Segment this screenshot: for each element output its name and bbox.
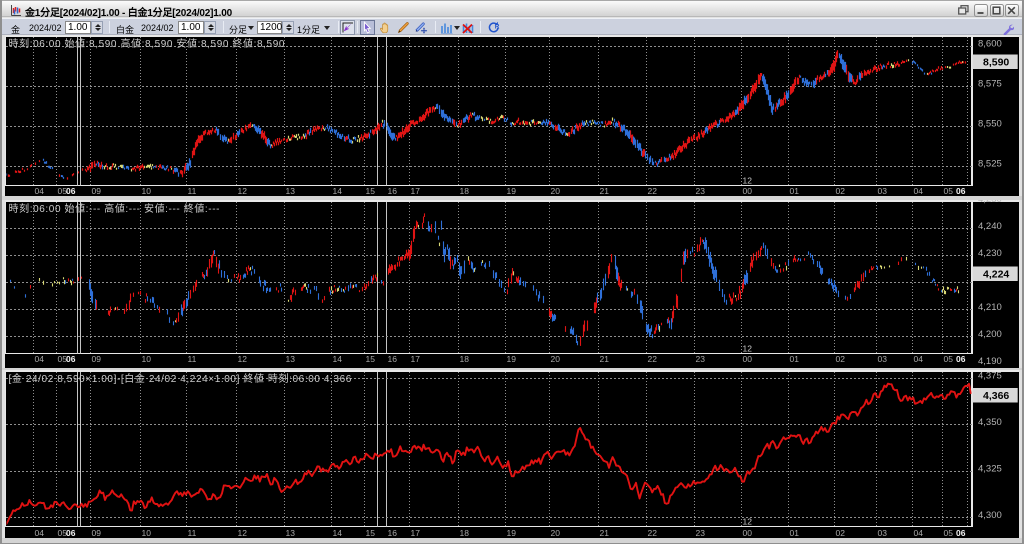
svg-text:21: 21: [600, 186, 610, 196]
svg-text:4,250: 4,250: [978, 200, 1002, 205]
svg-text:8,590: 8,590: [983, 57, 1009, 69]
svg-text:01: 01: [790, 354, 800, 364]
svg-text:17: 17: [411, 528, 421, 538]
svg-text:4,325: 4,325: [978, 464, 1002, 475]
svg-text:04: 04: [35, 354, 45, 364]
svg-text:15: 15: [366, 186, 376, 196]
svg-text:04: 04: [914, 186, 924, 196]
svg-text:18: 18: [460, 186, 470, 196]
svg-text:4,210: 4,210: [978, 302, 1002, 313]
svg-text:4,190: 4,190: [978, 356, 1002, 367]
svg-text:05: 05: [944, 186, 954, 196]
svg-text:23: 23: [696, 354, 706, 364]
svg-text:06: 06: [66, 354, 76, 364]
svg-text:8,575: 8,575: [978, 79, 1002, 90]
svg-text:16: 16: [388, 354, 398, 364]
svg-text:4,200: 4,200: [978, 329, 1002, 340]
svg-text:22: 22: [648, 354, 658, 364]
svg-text:20: 20: [551, 528, 561, 538]
svg-text:8,600: 8,600: [978, 39, 1002, 50]
svg-text:02: 02: [836, 186, 846, 196]
svg-text:4,300: 4,300: [978, 510, 1002, 521]
svg-text:12: 12: [743, 344, 753, 354]
svg-text:23: 23: [696, 186, 706, 196]
svg-text:17: 17: [411, 186, 421, 196]
svg-text:04: 04: [914, 528, 924, 538]
svg-text:4,240: 4,240: [978, 221, 1002, 232]
svg-text:14: 14: [333, 186, 343, 196]
svg-text:05: 05: [944, 528, 954, 538]
svg-text:06: 06: [956, 528, 966, 538]
svg-text:21: 21: [600, 354, 610, 364]
svg-text:19: 19: [507, 528, 517, 538]
svg-text:15: 15: [366, 354, 376, 364]
svg-text:00: 00: [743, 186, 753, 196]
svg-text:14: 14: [333, 354, 343, 364]
svg-text:04: 04: [914, 354, 924, 364]
svg-text:18: 18: [460, 528, 470, 538]
svg-text:01: 01: [790, 186, 800, 196]
svg-text:03: 03: [878, 354, 888, 364]
svg-text:09: 09: [92, 186, 102, 196]
svg-text:02: 02: [836, 354, 846, 364]
svg-text:17: 17: [411, 354, 421, 364]
svg-text:11: 11: [188, 186, 197, 196]
svg-text:4,350: 4,350: [978, 417, 1002, 428]
svg-text:22: 22: [648, 186, 658, 196]
svg-text:09: 09: [92, 528, 102, 538]
svg-text:10: 10: [142, 354, 152, 364]
svg-text:15: 15: [366, 528, 376, 538]
svg-text:22: 22: [648, 528, 658, 538]
svg-text:01: 01: [790, 528, 800, 538]
svg-text:12: 12: [238, 528, 248, 538]
svg-text:02: 02: [836, 528, 846, 538]
svg-text:4,230: 4,230: [978, 248, 1002, 259]
svg-text:8,550: 8,550: [978, 119, 1002, 130]
svg-text:03: 03: [878, 528, 888, 538]
svg-text:8,525: 8,525: [978, 159, 1002, 170]
svg-text:00: 00: [743, 528, 753, 538]
svg-text:4,375: 4,375: [978, 371, 1002, 382]
svg-text:R: R: [495, 23, 500, 30]
svg-text:05: 05: [944, 354, 954, 364]
svg-text:10: 10: [142, 528, 152, 538]
svg-text:18: 18: [460, 354, 470, 364]
svg-text:06: 06: [66, 528, 76, 538]
svg-text:時刻:06:00 始値:8,590 高値:8,590 安値:: 時刻:06:00 始値:8,590 高値:8,590 安値:8,590 終値:8…: [9, 37, 286, 50]
svg-text:13: 13: [286, 354, 296, 364]
svg-text:23: 23: [696, 528, 706, 538]
svg-text:20: 20: [551, 354, 561, 364]
svg-text:19: 19: [507, 354, 517, 364]
svg-text:06: 06: [956, 354, 966, 364]
svg-text:16: 16: [388, 186, 398, 196]
svg-text:[金 24/02 8,590×1.00]-[白金 24/02: [金 24/02 8,590×1.00]-[白金 24/02 4,224×1.0…: [9, 372, 352, 385]
svg-text:20: 20: [551, 186, 561, 196]
svg-text:13: 13: [286, 186, 296, 196]
svg-text:16: 16: [388, 528, 398, 538]
svg-text:4,366: 4,366: [983, 390, 1009, 402]
svg-text:4,224: 4,224: [983, 269, 1009, 281]
svg-text:12: 12: [743, 517, 753, 527]
svg-text:06: 06: [66, 186, 76, 196]
svg-text:12: 12: [743, 176, 753, 186]
svg-text:00: 00: [743, 354, 753, 364]
svg-text:19: 19: [507, 186, 517, 196]
svg-text:12: 12: [238, 354, 248, 364]
svg-text:11: 11: [188, 528, 197, 538]
svg-text:時刻:06:00 始値:--- 高値:--- 安値:--: 時刻:06:00 始値:--- 高値:--- 安値:--- 終値:---: [9, 202, 221, 215]
svg-text:09: 09: [92, 354, 102, 364]
svg-text:03: 03: [878, 186, 888, 196]
svg-text:14: 14: [333, 528, 343, 538]
svg-text:10: 10: [142, 186, 152, 196]
svg-text:06: 06: [956, 186, 966, 196]
svg-text:11: 11: [188, 354, 197, 364]
svg-text:13: 13: [286, 528, 296, 538]
svg-text:04: 04: [35, 528, 45, 538]
svg-text:21: 21: [600, 528, 610, 538]
svg-text:04: 04: [35, 186, 45, 196]
svg-text:12: 12: [238, 186, 248, 196]
